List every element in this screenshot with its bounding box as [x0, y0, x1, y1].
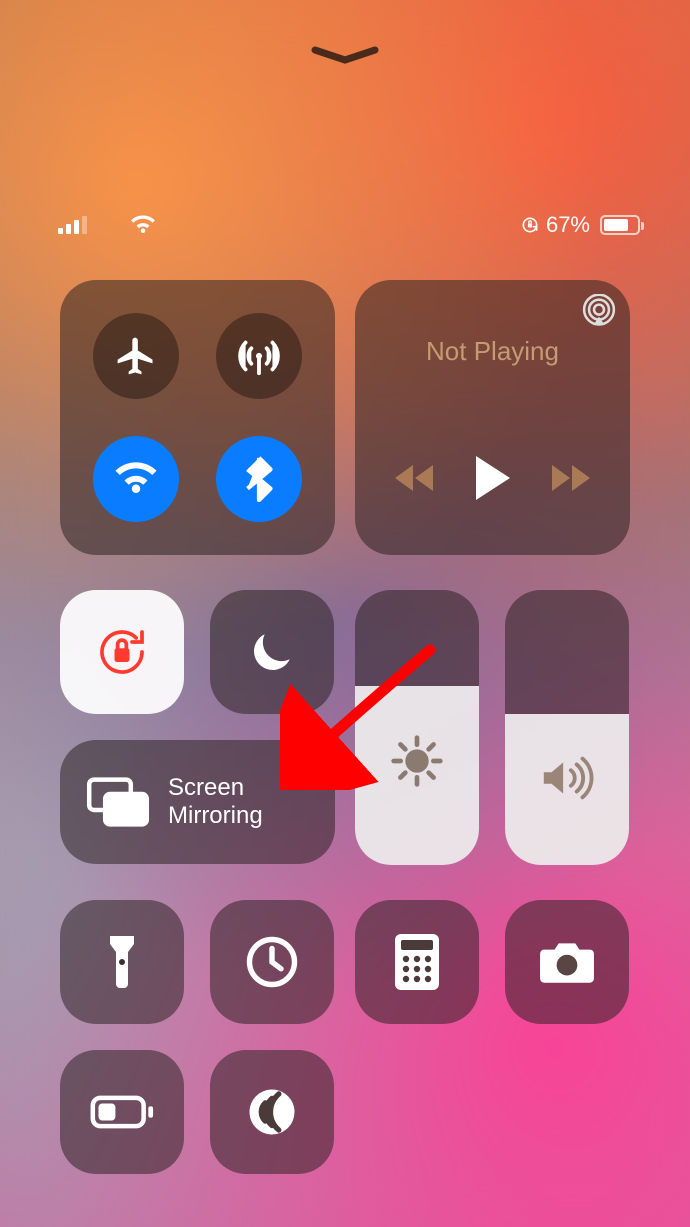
brightness-slider[interactable]	[355, 590, 479, 865]
flashlight-button[interactable]	[60, 900, 184, 1024]
screen-mirror-icon	[86, 776, 150, 828]
moon-icon	[247, 627, 297, 677]
cellular-antenna-icon	[236, 333, 282, 379]
flashlight-icon	[105, 932, 139, 992]
timer-button[interactable]	[210, 900, 334, 1024]
status-bar: 67%	[0, 210, 690, 240]
rotation-lock-button[interactable]	[60, 590, 184, 714]
play-icon	[470, 454, 514, 502]
rewind-icon	[393, 463, 435, 493]
airplane-icon	[114, 334, 158, 378]
media-tile[interactable]: Not Playing	[355, 280, 630, 555]
nfc-icon	[245, 1085, 299, 1139]
battery-low-icon	[90, 1095, 154, 1129]
forward-button[interactable]	[550, 463, 592, 498]
speaker-icon	[538, 753, 596, 803]
connectivity-tile[interactable]	[60, 280, 335, 555]
sun-icon	[389, 733, 445, 789]
calculator-icon	[395, 934, 439, 990]
battery-percentage: 67%	[546, 212, 590, 238]
airplay-button[interactable]	[582, 294, 616, 333]
bluetooth-button[interactable]	[216, 436, 302, 522]
calculator-button[interactable]	[355, 900, 479, 1024]
rotation-lock-icon	[92, 622, 152, 682]
camera-button[interactable]	[505, 900, 629, 1024]
rotation-lock-icon	[520, 215, 540, 235]
volume-slider[interactable]	[505, 590, 629, 865]
cellular-signal-icon	[58, 216, 87, 234]
forward-icon	[550, 463, 592, 493]
screen-mirroring-button[interactable]: Screen Mirroring	[60, 740, 335, 864]
wifi-icon	[113, 459, 159, 499]
cellular-data-button[interactable]	[216, 313, 302, 399]
rewind-button[interactable]	[393, 463, 435, 498]
play-button[interactable]	[470, 454, 514, 507]
camera-icon	[538, 939, 596, 985]
do-not-disturb-button[interactable]	[210, 590, 334, 714]
wifi-button[interactable]	[93, 436, 179, 522]
bluetooth-icon	[244, 456, 274, 502]
dismiss-handle[interactable]	[310, 46, 380, 66]
airplane-mode-button[interactable]	[93, 313, 179, 399]
timer-icon	[245, 935, 299, 989]
low-power-button[interactable]	[60, 1050, 184, 1174]
wifi-icon	[129, 214, 157, 236]
media-title: Not Playing	[355, 336, 630, 367]
nfc-button[interactable]	[210, 1050, 334, 1174]
airplay-icon	[582, 294, 616, 328]
chevron-down-icon	[310, 46, 380, 66]
screen-mirroring-label: Screen Mirroring	[168, 774, 263, 829]
battery-icon	[600, 215, 640, 235]
